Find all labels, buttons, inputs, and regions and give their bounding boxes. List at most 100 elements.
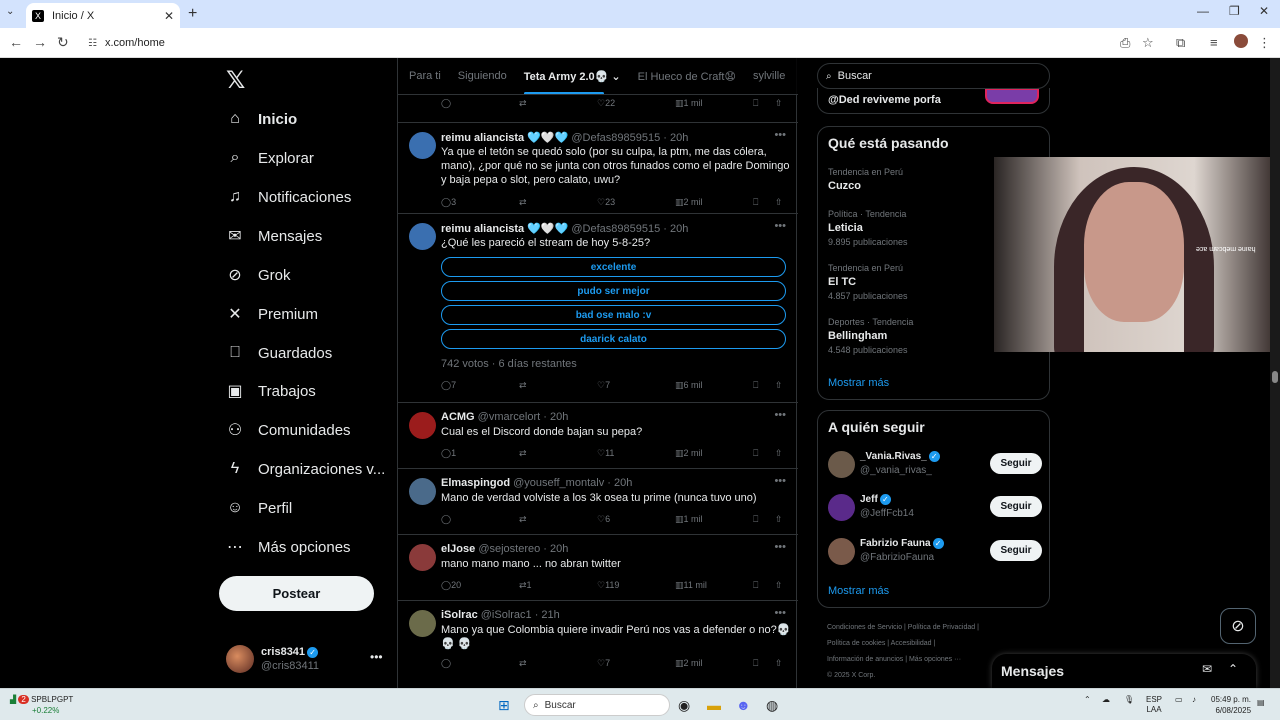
avatar[interactable] (828, 494, 855, 521)
account-more-icon[interactable]: ••• (370, 650, 383, 664)
who-show-more[interactable]: Mostrar más (828, 585, 889, 597)
footer-line[interactable]: Política de cookies | Accesibilidad | (827, 636, 1017, 652)
minimize-icon[interactable]: — (1197, 4, 1209, 18)
like-button[interactable]: ♡ 7 (597, 658, 610, 669)
like-button[interactable]: ♡ 119 (597, 580, 619, 591)
retweet-button[interactable]: ⇄ (519, 448, 527, 459)
reply-icon[interactable]: ◯ (441, 98, 451, 109)
retweet-icon[interactable]: ⇄ (519, 98, 527, 109)
tab-el-hueco[interactable]: El Hueco de Craft😧 (638, 70, 736, 83)
tweet-author[interactable]: reimu aliancista 🩵🤍🩵 (441, 132, 568, 144)
footer-line[interactable]: Información de anuncios | Más opciones ·… (827, 652, 1017, 668)
nav-item-trabajos[interactable]: ▣ Trabajos (226, 376, 315, 406)
extensions-icon[interactable]: ⧉ (1176, 35, 1185, 51)
tweet-author[interactable]: elJose (441, 543, 475, 555)
network-icon[interactable]: ▭ (1175, 695, 1183, 705)
tab-teta-army[interactable]: Teta Army 2.0💀 ⌄ (523, 70, 621, 94)
tab-para-ti[interactable]: Para ti (409, 70, 441, 82)
live-card-partial[interactable]: @Ded reviveme porfa (817, 88, 1050, 114)
follow-button[interactable]: Seguir (990, 453, 1042, 474)
tweet-author[interactable]: Elmaspingod (441, 477, 510, 489)
x-logo-icon[interactable]: 𝕏 (226, 66, 245, 95)
reply-button[interactable]: ◯ (441, 658, 451, 669)
share-icon[interactable]: ⇧ (775, 380, 783, 391)
messages-drawer[interactable]: Mensajes ✉ ⌃ (992, 654, 1256, 688)
clock[interactable]: 05:49 p. m. 6/08/2025 (1211, 694, 1251, 716)
install-app-icon[interactable]: ⎙ (1120, 35, 1130, 51)
share-icon[interactable]: ⇧ (775, 98, 783, 109)
reply-button[interactable]: ◯ 20 (441, 580, 461, 591)
avatar[interactable] (409, 223, 436, 250)
tweet-more-icon[interactable]: ••• (774, 409, 786, 421)
like-button[interactable]: ♡ 6 (597, 514, 610, 525)
follow-button[interactable]: Seguir (990, 496, 1042, 517)
nav-item-perfil[interactable]: ☺ Perfil (226, 493, 292, 523)
nav-item-más-opciones[interactable]: ⋯ Más opciones (226, 532, 351, 562)
tweet-more-icon[interactable]: ••• (774, 475, 786, 487)
like-button[interactable]: ♡ 23 (597, 197, 615, 208)
tray-chevron-icon[interactable]: ⌃ (1084, 695, 1091, 705)
nav-item-premium[interactable]: ✕ Premium (226, 299, 318, 329)
who-to-follow-item[interactable]: _Vania.Rivas_ ✓ @_vania_rivas_ Seguir (828, 449, 1042, 479)
avatar[interactable] (409, 544, 436, 571)
avatar[interactable] (409, 412, 436, 439)
follow-button[interactable]: Seguir (990, 540, 1042, 561)
restore-icon[interactable]: ❐ (1229, 4, 1240, 18)
site-info-icon[interactable]: ☷ (88, 38, 97, 49)
account-switcher[interactable]: cris8341 ✓ @cris83411 ••• (226, 644, 386, 674)
volume-icon[interactable]: ♪ (1192, 695, 1196, 705)
bookmark-icon[interactable]: ⎕ (753, 514, 758, 525)
search-input[interactable]: ⌕ Buscar (817, 63, 1050, 89)
reply-button[interactable]: ◯ (441, 514, 451, 525)
retweet-button[interactable]: ⇄ (519, 658, 527, 669)
bookmark-icon[interactable]: ⎕ (753, 580, 758, 591)
tweet-handle[interactable]: @iSolrac1 · 21h (481, 609, 560, 621)
views-button[interactable]: ▥ 2 mil (675, 197, 703, 208)
nav-item-organizaciones-v[interactable]: ϟ Organizaciones v... (226, 454, 386, 484)
footer-line[interactable]: Condiciones de Servicio | Política de Pr… (827, 620, 1017, 636)
share-icon[interactable]: ⇧ (775, 514, 783, 525)
retweet-button[interactable]: ⇄ 1 (519, 580, 532, 591)
avatar[interactable] (409, 132, 436, 159)
browser-menu-icon[interactable]: ⋮ (1258, 35, 1271, 51)
retweet-button[interactable]: ⇄ (519, 380, 527, 391)
nav-item-inicio[interactable]: ⌂ Inicio (226, 104, 297, 134)
tweet-handle[interactable]: @Defas89859515 · 20h (571, 223, 688, 235)
back-icon[interactable]: ← (9, 34, 23, 50)
tweet-author[interactable]: reimu aliancista 🩵🤍🩵 (441, 223, 568, 235)
poll-option[interactable]: bad ose malo :v (441, 305, 786, 325)
share-icon[interactable]: ⇧ (775, 658, 783, 669)
tweet[interactable]: Elmaspingod @youseff_montalv · 20h ••• Man… (398, 468, 798, 534)
tab-siguiendo[interactable]: Siguiendo (458, 70, 507, 82)
grok-fab-icon[interactable]: ⊘ (1220, 608, 1256, 644)
nav-item-grok[interactable]: ⊘ Grok (226, 260, 290, 290)
tweet-more-icon[interactable]: ••• (774, 129, 786, 141)
cloud-icon[interactable]: ☁ (1102, 695, 1110, 705)
avatar[interactable] (828, 538, 855, 565)
views-button[interactable]: ▥ 1 mil (675, 98, 703, 109)
tweet[interactable]: reimu aliancista 🩵🤍🩵 @Defas89859515 · 20… (398, 213, 798, 402)
share-icon[interactable]: ⇧ (775, 197, 783, 208)
tweet-more-icon[interactable]: ••• (774, 607, 786, 619)
tab-search-icon[interactable]: ⌄ (6, 6, 14, 17)
tweet-handle[interactable]: @youseff_montalv · 20h (513, 477, 632, 489)
tweet-handle[interactable]: @vmarcelort · 20h (478, 411, 569, 423)
tweet[interactable]: ACMG @vmarcelort · 20h ••• Cual es el Disc… (398, 402, 798, 468)
avatar[interactable] (828, 451, 855, 478)
views-button[interactable]: ▥ 1 mil (675, 514, 703, 525)
nav-item-guardados[interactable]: ⎕ Guardados (226, 338, 332, 368)
url-bar[interactable]: ☷ x.com/home (80, 32, 1140, 54)
avatar[interactable] (409, 610, 436, 637)
nav-item-comunidades[interactable]: ⚇ Comunidades (226, 415, 351, 445)
views-button[interactable]: ▥ 2 mil (675, 658, 703, 669)
chrome-icon[interactable]: ◉ (678, 697, 690, 714)
reload-icon[interactable]: ↻ (57, 34, 69, 51)
retweet-button[interactable]: ⇄ (519, 514, 527, 525)
tweet[interactable]: iSolrac @iSolrac1 · 21h ••• Mano ya que Co… (398, 600, 798, 680)
tweet-handle[interactable]: @sejostereo · 20h (478, 543, 568, 555)
tweet-handle[interactable]: @Defas89859515 · 20h (571, 132, 688, 144)
nav-item-mensajes[interactable]: ✉ Mensajes (226, 221, 322, 251)
reply-button[interactable]: ◯ 1 (441, 448, 456, 459)
scrollbar-thumb[interactable] (1272, 371, 1278, 383)
app-icon[interactable]: ◍ (766, 697, 778, 714)
